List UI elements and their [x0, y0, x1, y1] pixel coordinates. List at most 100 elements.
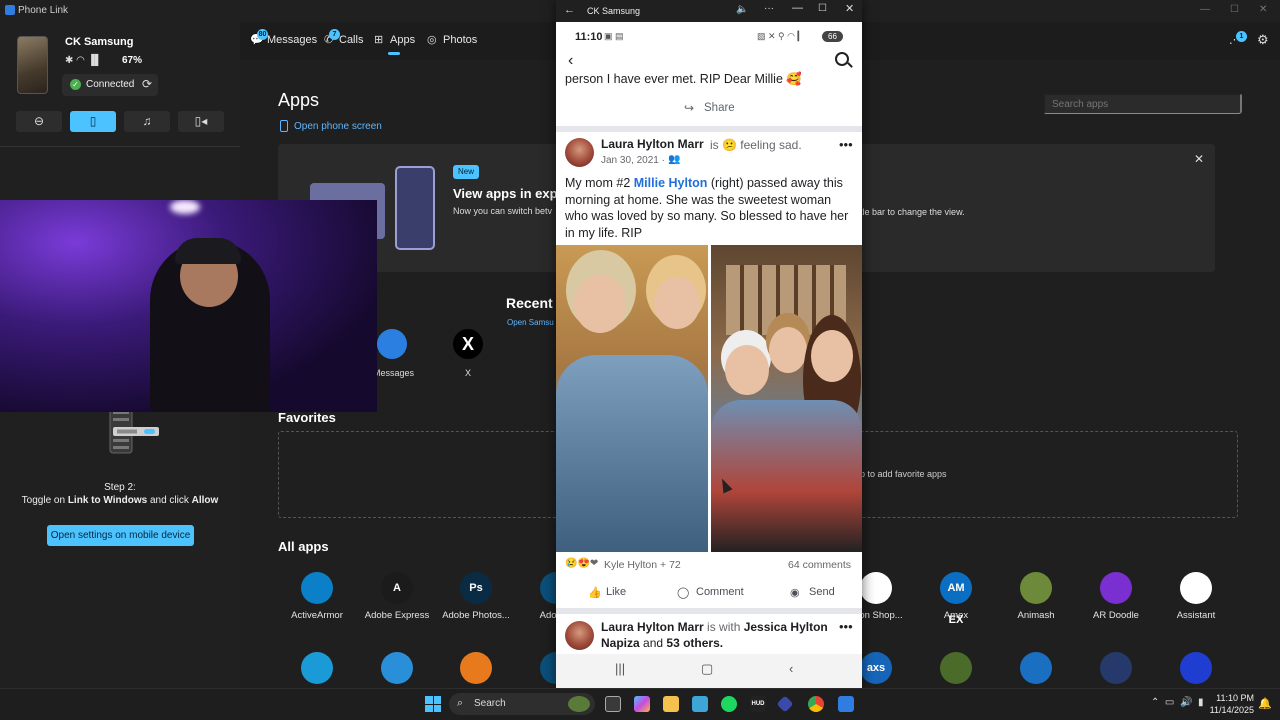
home-icon[interactable]: ▢	[701, 661, 713, 677]
divider	[0, 146, 240, 147]
battery-level: 67%	[122, 55, 143, 66]
phone-link-taskbar-icon[interactable]	[838, 696, 854, 712]
status-bar-notification-icons: ▣ ▤	[604, 31, 624, 41]
share-icon[interactable]: ↪	[684, 101, 694, 115]
post-date[interactable]: Jan 30, 2021 ·	[601, 155, 665, 166]
minimize-icon[interactable]: —	[792, 2, 803, 14]
reaction-icons[interactable]: 😢😍❤	[565, 558, 598, 569]
app-icon[interactable]	[301, 572, 333, 604]
post2-author[interactable]: Laura Hylton Marr	[601, 620, 704, 634]
app-icon[interactable]: axs	[860, 652, 892, 684]
minimize-icon[interactable]: —	[1200, 4, 1210, 15]
comment-button[interactable]: Comment	[696, 586, 744, 598]
comments-count[interactable]: 64 comments	[788, 559, 851, 571]
app-label: Animash	[1017, 610, 1055, 621]
active-tab-indicator	[388, 52, 400, 55]
avatar[interactable]	[565, 621, 594, 650]
app-icon[interactable]	[1020, 572, 1052, 604]
close-icon[interactable]: ✕	[1259, 4, 1267, 15]
spotify-icon[interactable]	[721, 696, 737, 712]
x-app-icon[interactable]: X	[453, 329, 483, 359]
connection-status: ✓ Connected ⟳	[62, 74, 158, 96]
app-icon[interactable]	[1180, 652, 1212, 684]
post2-others[interactable]: 53 others.	[666, 636, 723, 650]
audio-output-button[interactable]: ▯◂	[178, 111, 224, 132]
settings-gear-icon[interactable]: ⚙	[1257, 32, 1269, 48]
post-author[interactable]: Laura Hylton Marr	[601, 137, 704, 151]
tab-messages[interactable]: Messages	[267, 34, 317, 46]
notifications-icon[interactable]: 🔔	[1258, 697, 1272, 710]
notepad-icon[interactable]	[692, 696, 708, 712]
task-view-icon[interactable]	[605, 696, 621, 712]
app-icon[interactable]	[1180, 572, 1212, 604]
comment-icon[interactable]: ◯	[677, 586, 689, 599]
messages-app-icon[interactable]	[377, 329, 407, 359]
chevron-left-icon[interactable]: ‹	[568, 52, 573, 70]
app-icon[interactable]	[381, 652, 413, 684]
app-icon[interactable]	[860, 572, 892, 604]
media-button[interactable]: ♫	[124, 111, 170, 132]
open-settings-button[interactable]: Open settings on mobile device	[47, 525, 194, 546]
post-more-icon[interactable]: •••	[839, 137, 853, 152]
device-status-icons: ✱ ◠ ▐▌	[65, 55, 102, 66]
taskbar-search-label: Search	[474, 698, 506, 709]
maximize-icon[interactable]: ☐	[818, 3, 827, 14]
app-icon[interactable]	[1100, 572, 1132, 604]
system-tray-icons[interactable]: ⌃ ▭ 🔊 ▮	[1151, 697, 1203, 708]
search-apps-input[interactable]	[1043, 93, 1242, 114]
phone-wallpaper-thumbnail[interactable]	[17, 36, 48, 94]
promo-title: View apps in exp	[453, 186, 558, 201]
app-icon[interactable]	[1020, 652, 1052, 684]
app-icon[interactable]	[1100, 652, 1132, 684]
app-icon[interactable]: Ps	[460, 572, 492, 604]
tab-apps[interactable]: Apps	[390, 34, 415, 46]
app-label: AR Doodle	[1093, 610, 1139, 621]
photo-face	[811, 330, 853, 382]
app-icon[interactable]	[460, 652, 492, 684]
phone-link-logo-icon	[5, 5, 15, 15]
post-more-icon[interactable]: •••	[839, 619, 853, 634]
vibrate-button[interactable]: ▯	[70, 111, 116, 132]
chrome-icon[interactable]	[808, 696, 824, 712]
windows-start-icon[interactable]	[425, 696, 441, 712]
post-photo-right[interactable]	[711, 245, 862, 552]
file-explorer-icon[interactable]	[663, 696, 679, 712]
tagged-person-link[interactable]: Millie Hylton	[634, 176, 708, 190]
close-banner-icon[interactable]: ✕	[1194, 152, 1204, 166]
like-button[interactable]: Like	[606, 586, 626, 598]
search-icon-handle	[847, 62, 853, 68]
volume-icon[interactable]: 🔈	[736, 4, 748, 15]
open-phone-screen-link[interactable]: Open phone screen	[294, 121, 382, 132]
app-label: Amex	[943, 610, 969, 621]
app-icon[interactable]	[940, 652, 972, 684]
recents-icon[interactable]: |||	[615, 661, 625, 676]
back-icon[interactable]: ‹	[789, 661, 793, 676]
reactions-count[interactable]: Kyle Hylton + 72	[604, 559, 681, 571]
back-arrow-icon[interactable]: ←	[564, 4, 575, 16]
do-not-disturb-button[interactable]: ⊖	[16, 111, 62, 132]
post2-and: and	[639, 636, 667, 650]
app-icon[interactable]: AM EX	[940, 572, 972, 626]
avatar[interactable]	[565, 138, 594, 167]
photos-icon[interactable]: ◎	[427, 33, 437, 46]
post-photo-left[interactable]	[556, 245, 708, 552]
clock-date[interactable]: 11/14/2025	[1206, 705, 1254, 715]
copilot-icon[interactable]	[634, 696, 650, 712]
phone-screen-window[interactable]: ← CK Samsung 🔈 ··· — ☐ ✕ 11:10 ▣ ▤ ▧ ✕ ⚲…	[556, 0, 862, 688]
app-icon[interactable]	[301, 652, 333, 684]
hud-fx-icon[interactable]: HUD	[750, 696, 766, 712]
tab-photos[interactable]: Photos	[443, 34, 477, 46]
messenger-icon[interactable]: ◉	[790, 586, 800, 599]
clock-time[interactable]: 11:10 PM	[1214, 693, 1254, 703]
close-icon[interactable]: ✕	[845, 2, 854, 15]
thumbs-up-icon[interactable]: 👍	[588, 586, 602, 599]
share-button[interactable]: Share	[704, 102, 735, 114]
app-icon[interactable]: A	[381, 572, 413, 604]
refresh-icon[interactable]: ⟳	[142, 77, 152, 91]
apps-grid-icon[interactable]: ⊞	[374, 33, 383, 46]
send-button[interactable]: Send	[809, 586, 835, 598]
recent-apps-subtitle[interactable]: Open Samsu	[507, 318, 554, 327]
maximize-icon[interactable]: ☐	[1230, 4, 1239, 15]
tab-calls[interactable]: Calls	[339, 34, 363, 46]
more-icon[interactable]: ···	[764, 3, 774, 14]
